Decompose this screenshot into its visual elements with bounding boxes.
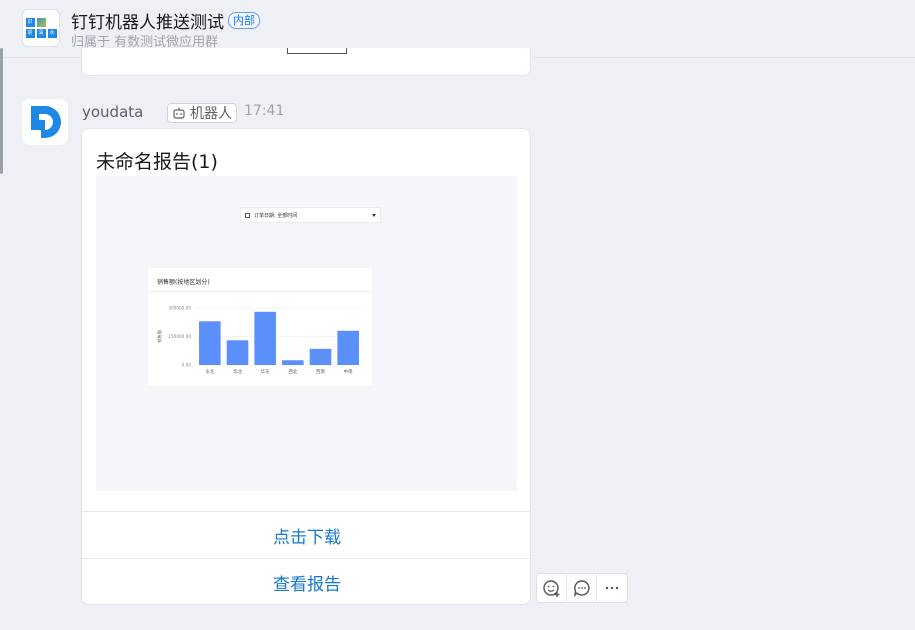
report-preview-image[interactable]: 订单日期: 全部时间 销售额(按地区划分) 300000.00 150000.00… (96, 176, 517, 491)
bar-东北 (199, 321, 221, 365)
internal-badge: 内部 (228, 12, 260, 29)
message-time: 17:41 (244, 103, 285, 119)
robot-tag: 机器人 (167, 103, 237, 123)
x-tick-label: 华北 (233, 368, 242, 375)
x-tick-label: 中南 (344, 368, 353, 375)
bar-中南 (337, 330, 359, 365)
y-tick-label: 150000.00 (168, 334, 191, 339)
bar-西南 (309, 348, 332, 365)
title-row: 钉钉机器人推送测试 内部 (71, 8, 260, 33)
date-filter: 订单日期: 全部时间 (240, 207, 381, 223)
chart-title: 销售额(按地区划分) (157, 279, 210, 286)
group-avatar-cell: 水 (47, 29, 57, 38)
y-axis-label: 销售额 (156, 329, 163, 342)
x-tick-label: 华东 (261, 368, 270, 375)
more-icon (605, 586, 619, 590)
robot-label: 机器人 (190, 106, 232, 122)
x-tick-label: 东北 (205, 368, 214, 375)
comment-icon (573, 580, 590, 597)
view-report-button[interactable]: 查看报告 (82, 559, 530, 604)
bar-chart: 300000.00 150000.00 0.00 销售额东北 华北 华东 西北 西南 中南 (156, 306, 362, 375)
comment-button[interactable] (567, 574, 597, 602)
x-tick-label: 西北 (288, 368, 297, 375)
previous-message-card (81, 48, 531, 76)
bar-华北 (226, 340, 249, 365)
x-tick-label: 西南 (316, 368, 325, 375)
report-card: 未命名报告(1) 订单日期: 全部时间 销售额(按地区划分) 300000.00… (81, 128, 531, 605)
sender-name[interactable]: youdata (82, 103, 143, 121)
group-avatar-cell (36, 18, 46, 27)
calendar-icon (245, 212, 250, 218)
emoji-add-button[interactable] (537, 574, 567, 602)
scrollbar[interactable] (0, 48, 3, 174)
group-title[interactable]: 钉钉机器人推送测试 (71, 8, 224, 33)
group-avatar[interactable]: 识 前 清 水 (22, 9, 60, 47)
caret-down-icon (372, 214, 376, 217)
group-avatar-cell (48, 18, 57, 27)
date-filter-label: 订单日期: 全部时间 (254, 212, 298, 219)
y-tick-label: 300000.00 (168, 306, 191, 311)
bar-西北 (282, 360, 304, 365)
chart-panel: 销售额(按地区划分) 300000.00 150000.00 0.00 销售额东北 华北… (148, 268, 372, 386)
report-title: 未命名报告(1) (96, 151, 218, 173)
bar-华东 (254, 311, 276, 365)
previous-content-fragment (287, 48, 347, 54)
download-button[interactable]: 点击下载 (82, 512, 530, 558)
group-avatar-cell: 前 (25, 29, 35, 38)
emoji-add-icon (542, 580, 559, 597)
sender-avatar[interactable] (22, 99, 68, 145)
youdata-logo-icon (31, 106, 61, 138)
more-button[interactable] (597, 574, 627, 602)
group-avatar-cell: 清 (36, 29, 46, 38)
robot-icon (173, 107, 185, 119)
group-avatar-cell: 识 (25, 18, 35, 27)
message-hover-toolbar (536, 573, 628, 603)
y-tick-label: 0.00 (182, 363, 192, 368)
